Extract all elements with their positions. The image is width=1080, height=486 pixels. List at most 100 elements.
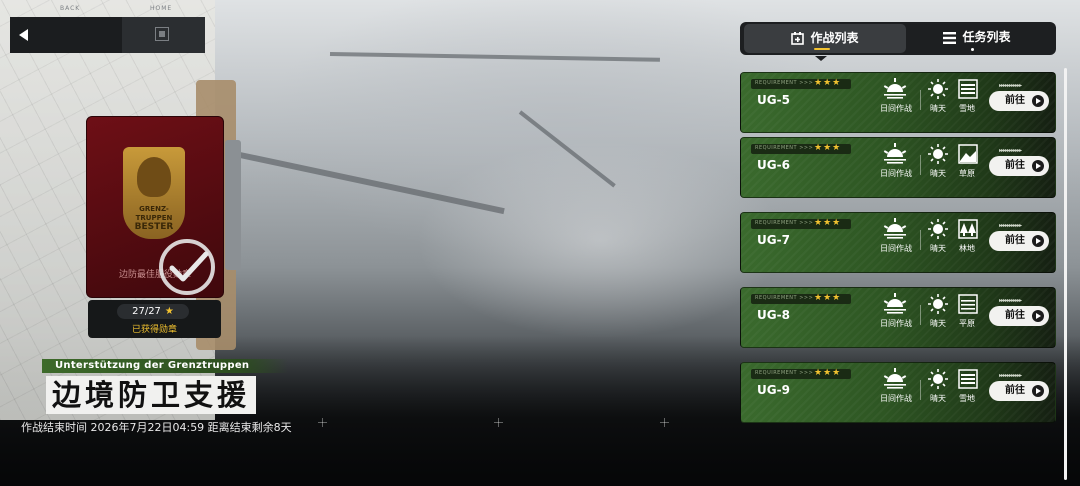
go-button[interactable]: 前往 [989,381,1049,401]
daytime-operation-icon [883,143,907,164]
arrow-decoration: ▸▸▸▸▸▸▸▸▸▸▸ [999,147,1022,154]
arrow-right-icon [1032,385,1044,397]
tab-pointer [815,56,827,61]
requirement-label: REQUIREMENT >>> [755,80,814,86]
plain-icon [958,294,978,314]
battle-list-icon [791,32,805,45]
event-subtitle: Unterstützung der Grenztruppen [55,360,250,371]
mission-card[interactable]: REQUIREMENT >>> ★★★ UG-8 日间作战 晴天 平原 ▸▸▸▸… [740,287,1056,348]
back-label: BACK [60,5,81,12]
sunny-icon [928,79,948,99]
terrain: 林地 [959,244,975,253]
weather: 晴天 [930,319,946,328]
requirement-label: REQUIREMENT >>> [755,145,814,151]
sunny-icon [928,219,948,239]
requirement-label: REQUIREMENT >>> [755,370,814,376]
daytime-operation-icon [883,78,907,99]
operation-type: 日间作战 [880,244,912,253]
operation-type: 日间作战 [880,104,912,113]
top-nav-bar [10,17,205,53]
star-icon: ★ [164,306,174,317]
mission-card[interactable]: REQUIREMENT >>> ★★★ UG-5 日间作战 晴天 雪地 ▸▸▸▸… [740,72,1056,133]
arrow-decoration: ▸▸▸▸▸▸▸▸▸▸▸ [999,82,1022,89]
operation-type: 日间作战 [880,394,912,403]
go-button[interactable]: 前往 [989,306,1049,326]
scrollbar[interactable] [1064,68,1067,480]
arrow-right-icon [1032,310,1044,322]
terrain: 平原 [959,319,975,328]
arrow-decoration: ▸▸▸▸▸▸▸▸▸▸▸ [999,297,1022,304]
medal-count-pill: 27/27 ★ [117,304,189,319]
terrain: 雪地 [959,104,975,113]
daytime-operation-icon [883,218,907,239]
tab-notification-dot [971,48,974,51]
mission-stars: ★★★ [814,143,842,153]
divider [920,230,921,250]
badge-inscription: GRENZ- TRUPPEN BESTER [134,205,174,232]
crosshair-decoration-icon [494,418,503,427]
go-button[interactable]: 前往 [989,91,1049,111]
operation-type: 日间作战 [880,319,912,328]
mission-code: UG-9 [757,383,790,397]
arrow-right-icon [1032,160,1044,172]
task-list-icon [943,31,957,44]
checkmark-circle-icon [159,239,215,295]
forest-icon [958,219,978,239]
mission-code: UG-7 [757,233,790,247]
home-label: HOME [150,5,173,12]
weather: 晴天 [930,169,946,178]
mission-card[interactable]: REQUIREMENT >>> ★★★ UG-7 日间作战 晴天 林地 ▸▸▸▸… [740,212,1056,273]
arrow-decoration: ▸▸▸▸▸▸▸▸▸▸▸ [999,372,1022,379]
mission-code: UG-5 [757,93,790,107]
go-button[interactable]: 前往 [989,156,1049,176]
sunny-icon [928,369,948,389]
weather: 晴天 [930,244,946,253]
tab-task-list[interactable]: 任务列表 [898,22,1056,55]
mission-stars: ★★★ [814,368,842,378]
requirement-label: REQUIREMENT >>> [755,295,814,301]
crosshair-decoration-icon [660,418,669,427]
list-tabs: 作战列表 任务列表 [740,22,1056,55]
operation-type: 日间作战 [880,169,912,178]
medal-progress: 27/27 ★ 已获得勋章 [88,300,221,338]
daytime-operation-icon [883,368,907,389]
weather: 晴天 [930,104,946,113]
daytime-operation-icon [883,293,907,314]
clipboard-clip [225,140,241,270]
border-troops-badge-icon: GRENZ- TRUPPEN BESTER [123,147,185,239]
go-button[interactable]: 前往 [989,231,1049,251]
medal-status: 已获得勋章 [131,325,177,335]
home-icon[interactable] [155,27,169,41]
soldier-portrait-icon [137,157,171,197]
snowfield-icon [958,369,978,389]
terrain: 雪地 [959,394,975,403]
event-title: 边境防卫支援 [46,376,257,414]
crosshair-decoration-icon [318,418,327,427]
mission-stars: ★★★ [814,78,842,88]
arrow-right-icon [1032,95,1044,107]
mission-card[interactable]: REQUIREMENT >>> ★★★ UG-6 日间作战 晴天 草原 ▸▸▸▸… [740,137,1056,198]
arrow-decoration: ▸▸▸▸▸▸▸▸▸▸▸ [999,222,1022,229]
mission-stars: ★★★ [814,218,842,228]
divider [920,380,921,400]
mission-card[interactable]: REQUIREMENT >>> ★★★ UG-9 日间作战 晴天 雪地 ▸▸▸▸… [740,362,1056,423]
sunny-icon [928,144,948,164]
divider [920,90,921,110]
divider [920,155,921,175]
back-arrow-icon[interactable] [19,29,28,41]
bridge-decoration [239,152,505,215]
sunny-icon [928,294,948,314]
requirement-label: REQUIREMENT >>> [755,220,814,226]
arrow-right-icon [1032,235,1044,247]
bridge-decoration [329,52,660,62]
active-tab-indicator [814,48,830,50]
snowfield-icon [958,79,978,99]
grassland-icon [958,144,978,164]
mission-stars: ★★★ [814,293,842,303]
mission-code: UG-8 [757,308,790,322]
bridge-decoration [518,110,616,188]
event-end-time: 作战结束时间 2026年7月22日04:59 距离结束剩余8天 [21,421,292,434]
weather: 晴天 [930,394,946,403]
medal-count: 27/27 [132,306,161,317]
terrain: 草原 [959,169,975,178]
